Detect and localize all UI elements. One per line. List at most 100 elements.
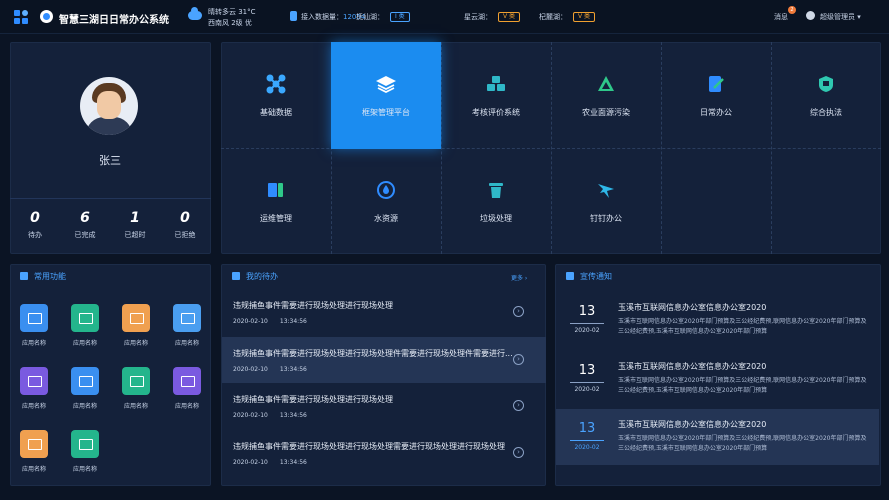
module-label: 水资源 xyxy=(374,214,398,223)
notice-body: 玉溪市互联网信息办公室2020年部门预算及三公经纪费预,联网信息办公室2020年… xyxy=(618,435,867,452)
todo-item[interactable]: 违规捕鱼事件需要进行现场处理进行现场处理需要进行现场处理进行现场处理 2020-… xyxy=(222,430,546,476)
calendar-icon xyxy=(566,272,574,280)
module-law-enforcement[interactable]: 综合执法 xyxy=(771,42,881,149)
module-framework-platform[interactable]: 框架管理平台 xyxy=(331,42,441,149)
notice-day: 13 xyxy=(578,304,596,319)
notice-month: 2020-02 xyxy=(574,327,600,334)
module-garbage[interactable]: 垃圾处理 xyxy=(441,148,551,255)
module-label: 综合执法 xyxy=(810,108,842,117)
grid-icon xyxy=(20,272,28,280)
notice-item[interactable]: 13 2020-02 玉溪市互联网信息办公室信息办公室2020 玉溪市互联网信息… xyxy=(556,351,879,407)
divider xyxy=(570,323,604,324)
apps-grid-icon[interactable] xyxy=(14,10,28,24)
todo-item[interactable]: 违规捕鱼事件需要进行现场处理进行现场处理 2020-02-10 13:34:56 … xyxy=(222,289,546,335)
divider xyxy=(10,198,211,199)
layers-icon xyxy=(376,75,396,94)
monitor-icon xyxy=(122,304,150,332)
lake-status-xingyun: 星云湖： Ⅴ 类 xyxy=(464,12,521,22)
notice-item[interactable]: 13 2020-02 玉溪市互联网信息办公室信息办公室2020 玉溪市互联网信息… xyxy=(556,409,879,465)
profile-avatar xyxy=(80,77,138,135)
arrow-right-icon[interactable]: › xyxy=(513,447,524,458)
module-water-resources[interactable]: 水资源 xyxy=(331,148,441,255)
notices-header: 宣传通知 xyxy=(566,264,612,288)
app-title: 智慧三湖日日常办公系统 xyxy=(59,15,169,26)
notice-body: 玉溪市互联网信息办公室2020年部门预算及三公经纪费预,联网信息办公室2020年… xyxy=(618,377,867,394)
todo-title: 违规捕鱼事件需要进行现场处理进行现场处理 xyxy=(233,301,393,310)
module-dingtalk[interactable]: 钉钉办公 xyxy=(551,148,661,255)
notice-body: 玉溪市互联网信息办公室2020年部门预算及三公经纪费预,联网信息办公室2020年… xyxy=(618,318,867,335)
monitor-icon xyxy=(20,367,48,395)
module-agri-pollution[interactable]: 农业面源污染 xyxy=(551,42,661,149)
module-label: 考核评价系统 xyxy=(472,108,520,117)
tools-icon xyxy=(268,183,283,197)
dingtalk-icon xyxy=(598,184,614,198)
divider xyxy=(570,382,604,383)
module-assessment[interactable]: 考核评价系统 xyxy=(441,42,551,149)
app-shortcut[interactable]: 应用名称 xyxy=(14,430,54,473)
todo-timestamp: 2020-02-10 13:34:56 xyxy=(233,459,307,466)
todo-timestamp: 2020-02-10 13:34:56 xyxy=(233,366,307,373)
app-shortcut[interactable]: 应用名称 xyxy=(116,304,156,347)
cloud-icon xyxy=(188,7,202,20)
more-link[interactable]: 更多 › xyxy=(511,273,527,282)
edit-icon xyxy=(709,76,724,92)
arrow-right-icon[interactable]: › xyxy=(513,354,524,365)
notice-day: 13 xyxy=(578,363,596,378)
stat-pending[interactable]: 0 待办 xyxy=(10,210,60,240)
database-icon xyxy=(290,11,297,21)
module-label: 钉钉办公 xyxy=(590,214,622,223)
messages-link[interactable]: 消息 xyxy=(774,12,788,22)
app-shortcut[interactable]: 应用名称 xyxy=(167,304,207,347)
app-shortcut[interactable]: 应用名称 xyxy=(116,367,156,410)
monitor-icon xyxy=(173,367,201,395)
todo-item[interactable]: 违规捕鱼事件需要进行现场处理进行现场处理件需要进行现场处理件需要进行... 20… xyxy=(222,337,546,383)
todo-item[interactable]: 违规捕鱼事件需要进行现场处理进行现场处理 2020-02-10 13:34:56 … xyxy=(222,383,546,429)
recycle-icon xyxy=(598,76,614,91)
user-avatar-icon[interactable] xyxy=(806,11,815,20)
weather-summary: 晴转多云 31°C xyxy=(208,8,256,16)
todo-timestamp: 2020-02-10 13:34:56 xyxy=(233,412,307,419)
monitor-icon xyxy=(71,367,99,395)
app-shortcut[interactable]: 应用名称 xyxy=(65,430,105,473)
notice-month: 2020-02 xyxy=(574,386,600,393)
weather-detail: 西南风 2级 优 xyxy=(208,19,252,27)
water-drop-icon xyxy=(377,181,395,199)
module-label: 运维管理 xyxy=(260,214,292,223)
arrow-right-icon[interactable]: › xyxy=(513,306,524,317)
app-shortcut[interactable]: 应用名称 xyxy=(65,367,105,410)
app-shortcut[interactable]: 应用名称 xyxy=(65,304,105,347)
todo-title: 违规捕鱼事件需要进行现场处理进行现场处理需要进行现场处理进行现场处理 xyxy=(233,442,505,451)
app-shortcut[interactable]: 应用名称 xyxy=(167,367,207,410)
notice-item[interactable]: 13 2020-02 玉溪市互联网信息办公室信息办公室2020 玉溪市互联网信息… xyxy=(556,292,879,348)
stat-overdue[interactable]: 1 已超时 xyxy=(110,210,160,240)
todo-timestamp: 2020-02-10 13:34:56 xyxy=(233,318,307,325)
notice-day: 13 xyxy=(578,421,596,436)
module-label: 基础数据 xyxy=(260,108,292,117)
brand-logo-icon xyxy=(40,10,53,23)
common-functions-header: 常用功能 xyxy=(20,264,66,288)
module-label: 垃圾处理 xyxy=(480,214,512,223)
lake-status-fuxian: 抚仙湖： Ⅰ 类 xyxy=(356,12,410,22)
water-grade-badge: Ⅰ 类 xyxy=(390,12,410,22)
user-menu[interactable]: 超级管理员 ▾ xyxy=(820,12,861,22)
arrow-right-icon[interactable]: › xyxy=(513,400,524,411)
stat-completed[interactable]: 6 已完成 xyxy=(60,210,110,240)
monitor-icon xyxy=(122,367,150,395)
list-icon xyxy=(232,272,240,280)
module-label: 农业面源污染 xyxy=(582,108,630,117)
divider xyxy=(570,440,604,441)
app-shortcut[interactable]: 应用名称 xyxy=(14,304,54,347)
module-ops[interactable]: 运维管理 xyxy=(221,148,331,255)
network-icon xyxy=(266,74,286,94)
monitor-icon xyxy=(20,430,48,458)
module-label: 框架管理平台 xyxy=(362,108,410,117)
module-daily-office[interactable]: 日常办公 xyxy=(661,42,771,149)
notice-title: 玉溪市互联网信息办公室信息办公室2020 xyxy=(618,362,767,371)
stat-rejected[interactable]: 0 已拒绝 xyxy=(160,210,210,240)
todo-title: 违规捕鱼事件需要进行现场处理进行现场处理 xyxy=(233,395,393,404)
todos-header: 我的待办 xyxy=(232,264,278,288)
module-basic-data[interactable]: 基础数据 xyxy=(221,42,331,149)
cubes-icon xyxy=(487,76,505,91)
app-shortcut[interactable]: 应用名称 xyxy=(14,367,54,410)
notice-month: 2020-02 xyxy=(574,444,600,451)
